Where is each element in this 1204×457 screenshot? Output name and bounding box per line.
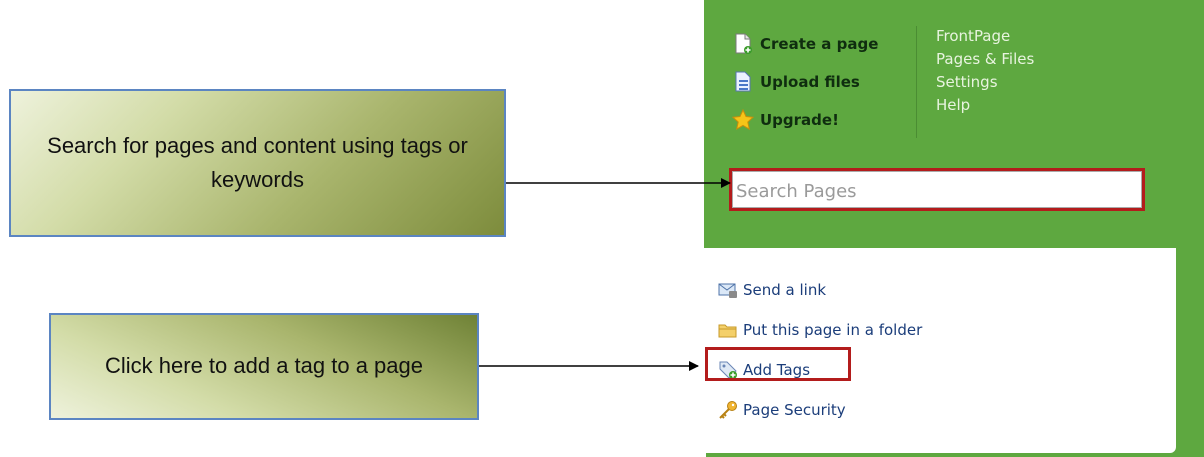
- search-callout: Search for pages and content using tags …: [9, 89, 506, 237]
- add-tags-highlight: [705, 347, 851, 381]
- star-icon: [732, 109, 754, 131]
- page-add-icon: [732, 33, 754, 55]
- action-list: Create a page Upload files Upgrade!: [732, 25, 910, 139]
- page-security-label: Page Security: [743, 401, 846, 419]
- upgrade-action[interactable]: Upgrade!: [732, 101, 910, 139]
- send-link-item[interactable]: Send a link: [718, 270, 922, 310]
- put-in-folder-label: Put this page in a folder: [743, 321, 923, 339]
- folder-icon: [718, 320, 738, 340]
- upload-files-action[interactable]: Upload files: [732, 63, 910, 101]
- nav-link-pages-files[interactable]: Pages & Files: [936, 48, 1034, 71]
- nav-link-settings[interactable]: Settings: [936, 71, 1034, 94]
- add-tags-callout: Click here to add a tag to a page: [49, 313, 479, 420]
- page-security-item[interactable]: Page Security: [718, 390, 922, 430]
- search-highlight: [729, 168, 1145, 211]
- send-link-label: Send a link: [743, 281, 827, 299]
- put-in-folder-item[interactable]: Put this page in a folder: [718, 310, 922, 350]
- create-page-action[interactable]: Create a page: [732, 25, 910, 63]
- sidebar-divider: [916, 26, 917, 138]
- upload-files-label: Upload files: [760, 73, 860, 91]
- upload-files-icon: [732, 71, 754, 93]
- nav-list: FrontPage Pages & Files Settings Help: [936, 25, 1034, 117]
- search-callout-text: Search for pages and content using tags …: [47, 132, 468, 192]
- mail-icon: [718, 280, 738, 300]
- key-icon: [718, 400, 738, 420]
- upgrade-label: Upgrade!: [760, 111, 839, 129]
- create-page-label: Create a page: [760, 35, 879, 53]
- add-tags-callout-text: Click here to add a tag to a page: [105, 353, 423, 379]
- search-input[interactable]: [732, 171, 1142, 208]
- nav-link-help[interactable]: Help: [936, 94, 1034, 117]
- nav-link-frontpage[interactable]: FrontPage: [936, 25, 1034, 48]
